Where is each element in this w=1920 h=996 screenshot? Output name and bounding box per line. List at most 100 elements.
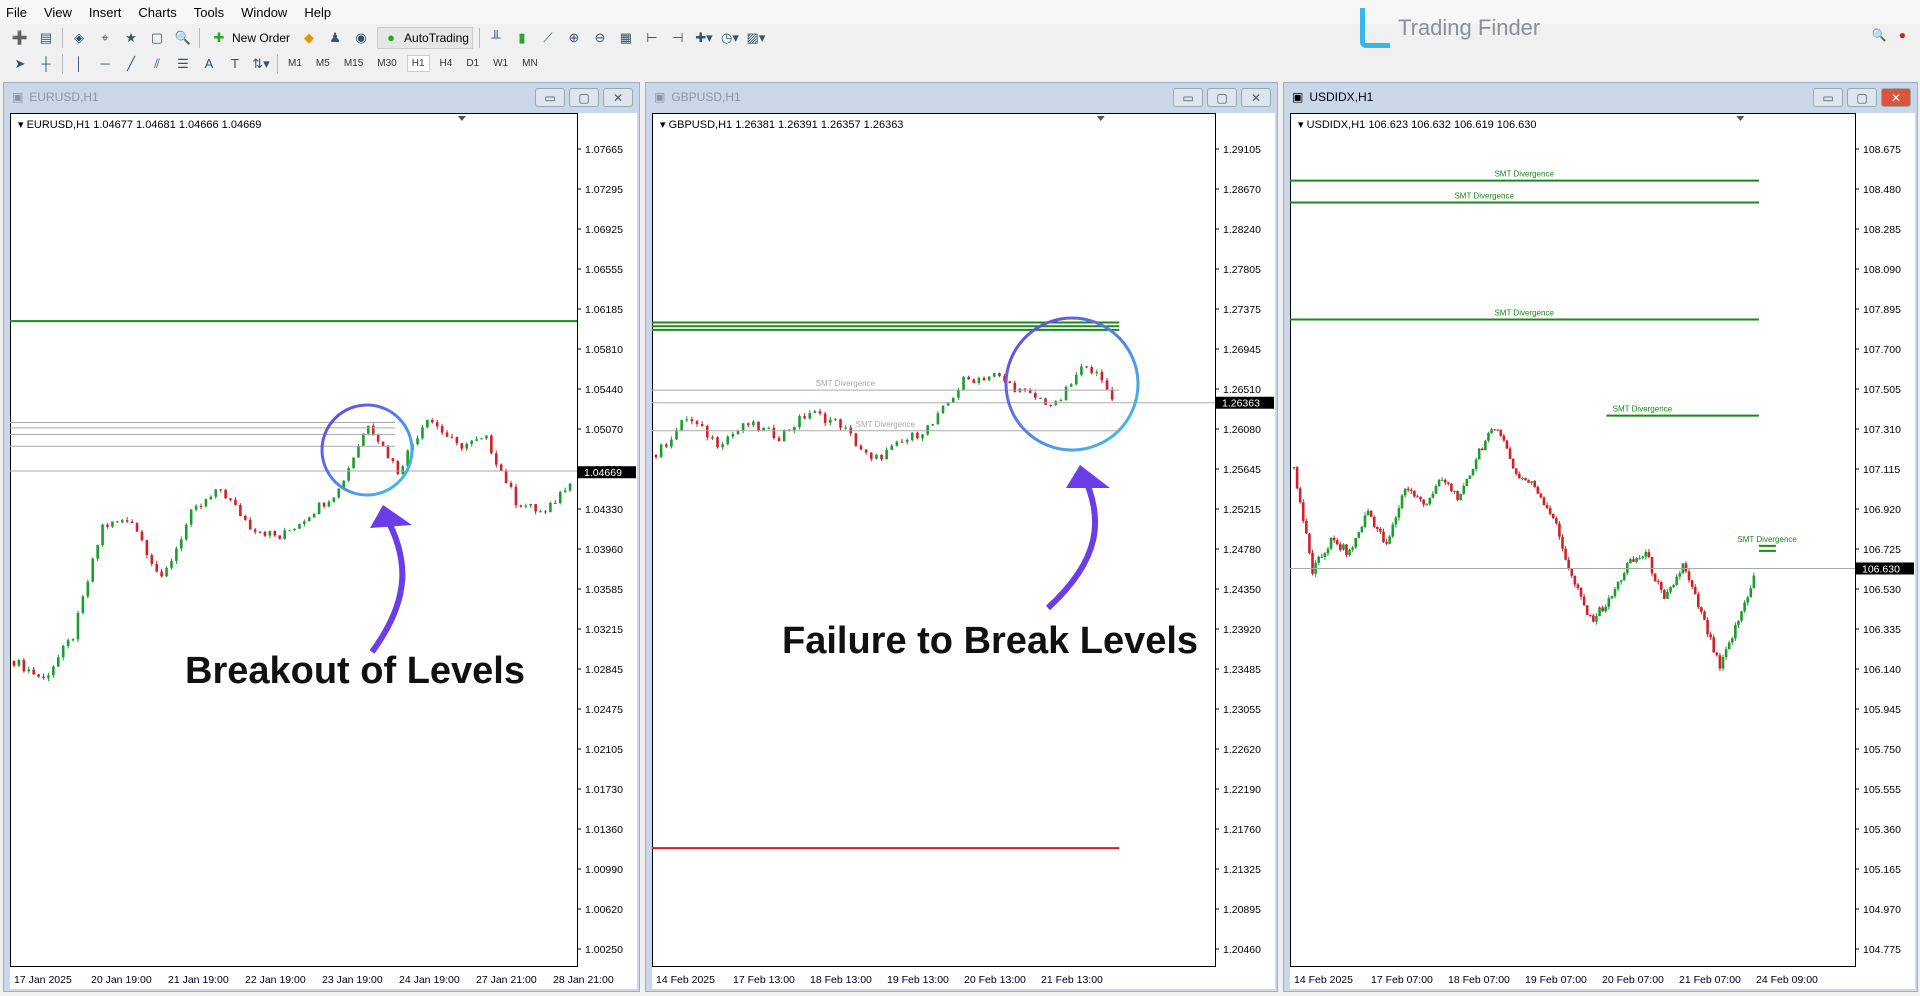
menu-file[interactable]: File	[6, 5, 27, 20]
candle	[116, 520, 119, 523]
menu-window[interactable]: Window	[241, 5, 287, 20]
candle	[951, 397, 955, 403]
maximize-button[interactable]: ▢	[1847, 88, 1877, 107]
candle	[1548, 505, 1552, 516]
autotrading-button[interactable]: ● AutoTrading	[377, 26, 473, 49]
candle	[1749, 585, 1753, 598]
candle	[229, 497, 232, 502]
close-button[interactable]: ✕	[603, 88, 633, 107]
templates-icon[interactable]: ▨▾	[746, 29, 766, 47]
candlestick-icon[interactable]: ▮	[512, 29, 532, 47]
chart-window-eurusd[interactable]: ▣ EURUSD,H1 ▭ ▢ ✕ 1.07665 1.07295 1.06925 1.06…	[3, 82, 640, 992]
y-tick-label: 107.895	[1863, 304, 1901, 316]
candle	[1095, 369, 1099, 377]
candle	[430, 418, 434, 424]
window-title: GBPUSD,H1	[671, 90, 741, 104]
y-tick-label: 1.03215	[585, 624, 623, 636]
minimize-button[interactable]: ▭	[535, 88, 565, 107]
timeframe-m5[interactable]: M5	[312, 56, 334, 71]
candle	[1468, 475, 1472, 480]
y-tick-label: 1.26510	[1223, 384, 1261, 396]
timeframe-mn[interactable]: MN	[518, 56, 542, 71]
candle	[695, 419, 699, 427]
crosshair-icon[interactable]: ┼	[36, 55, 56, 73]
timeframe-m15[interactable]: M15	[340, 56, 367, 71]
y-tick-label: 1.21760	[1223, 824, 1261, 836]
candle	[875, 453, 878, 460]
text-label-icon[interactable]: T	[225, 55, 245, 73]
zoom-out-icon[interactable]: ⊖	[590, 29, 610, 47]
chart-area[interactable]: 1.07665 1.07295 1.06925 1.06555 1.06185 1.058…	[10, 113, 637, 989]
menu-help[interactable]: Help	[304, 5, 331, 20]
timeframe-d1[interactable]: D1	[462, 56, 483, 71]
candle	[721, 441, 724, 451]
menu-charts[interactable]: Charts	[138, 5, 176, 20]
menu-insert[interactable]: Insert	[89, 5, 122, 20]
data-window-icon[interactable]: ⌖	[95, 29, 115, 47]
maximize-button[interactable]: ▢	[1207, 88, 1237, 107]
candle	[312, 512, 316, 518]
candle	[189, 508, 193, 528]
bar-chart-icon[interactable]: ╨	[486, 29, 506, 47]
close-button[interactable]: ✕	[1241, 88, 1271, 107]
chart-area[interactable]: 1.29105 1.28670 1.28240 1.27805 1.27375 1.269…	[652, 113, 1275, 989]
fibonacci-icon[interactable]: ☰	[173, 55, 193, 73]
menu-view[interactable]: View	[44, 5, 72, 20]
y-tick-label: 1.25645	[1223, 464, 1261, 476]
chart-shift-marker-icon[interactable]	[1096, 116, 1105, 121]
ohlc-values: USDIDX,H1 106.623 106.632 106.619 106.63…	[1306, 119, 1537, 131]
minimize-button[interactable]: ▭	[1813, 88, 1843, 107]
arrows-icon[interactable]: ⇅▾	[251, 55, 271, 73]
maximize-button[interactable]: ▢	[569, 88, 599, 107]
chart-shift-marker-icon[interactable]	[1736, 116, 1745, 121]
timeframe-h1[interactable]: H1	[406, 55, 430, 72]
candle	[1301, 499, 1305, 524]
channel-icon[interactable]: ⫽	[147, 55, 167, 73]
menu-tools[interactable]: Tools	[194, 5, 224, 20]
chart-window-usdidx[interactable]: ▣ USDIDX,H1 ▭ ▢ ✕ 108.675 108.480 108.285 108.…	[1283, 82, 1918, 992]
chart-area[interactable]: 108.675 108.480 108.285 108.090 107.895 107.7…	[1290, 113, 1915, 989]
tile-windows-icon[interactable]: ▦	[616, 29, 636, 47]
autoscroll-icon[interactable]: ⊣	[668, 29, 688, 47]
cursor-icon[interactable]: ➤	[10, 55, 30, 73]
timeframe-m30[interactable]: M30	[373, 56, 400, 71]
text-icon[interactable]: A	[199, 55, 219, 73]
candle	[283, 527, 286, 540]
candle	[386, 444, 390, 459]
new-order-button[interactable]: ✚ New Order	[206, 27, 293, 49]
line-chart-icon[interactable]: ⟋	[538, 29, 558, 47]
y-tick-label: 106.335	[1863, 624, 1901, 636]
timeframe-w1[interactable]: W1	[489, 56, 512, 71]
timeframe-h4[interactable]: H4	[436, 56, 457, 71]
market-watch-icon[interactable]: ◈	[69, 29, 89, 47]
candle	[293, 528, 296, 531]
minimize-button[interactable]: ▭	[1173, 88, 1203, 107]
timeframe-m1[interactable]: M1	[284, 56, 306, 71]
signals-icon[interactable]: ♟	[325, 29, 345, 47]
market-icon[interactable]: ◉	[351, 29, 371, 47]
new-chart-icon[interactable]: ➕	[10, 29, 30, 47]
candle	[391, 457, 395, 464]
notification-icon[interactable]: ●	[1899, 28, 1906, 42]
chart-window-gbpusd[interactable]: ▣ GBPUSD,H1 ▭ ▢ ✕ 1.29105 1.28670 1.28240 1.27…	[645, 82, 1278, 992]
navigator-icon[interactable]: ★	[121, 29, 141, 47]
trendline-icon[interactable]: ╱	[121, 55, 141, 73]
candle	[1323, 551, 1327, 561]
candle	[767, 426, 771, 429]
indicators-icon[interactable]: ✚▾	[694, 29, 714, 47]
search-icon[interactable]: 🔍	[1872, 28, 1887, 42]
candle	[1585, 605, 1589, 616]
vertical-line-icon[interactable]: │	[69, 55, 89, 73]
profiles-icon[interactable]: ▤	[36, 29, 56, 47]
chart-shift-icon[interactable]: ⊢	[642, 29, 662, 47]
horizontal-line-icon[interactable]: ─	[95, 55, 115, 73]
periods-icon[interactable]: ◷▾	[720, 29, 740, 47]
terminal-icon[interactable]: ▢	[147, 29, 167, 47]
zoom-in-icon[interactable]: ⊕	[564, 29, 584, 47]
x-tick-label: 22 Jan 19:00	[245, 974, 306, 986]
strategy-tester-icon[interactable]: 🔍	[173, 29, 193, 47]
chart-window-icon: ▣	[12, 90, 24, 104]
chart-shift-marker-icon[interactable]	[457, 116, 466, 121]
close-button[interactable]: ✕	[1881, 88, 1911, 107]
metaeditor-icon[interactable]: ◆	[299, 29, 319, 47]
